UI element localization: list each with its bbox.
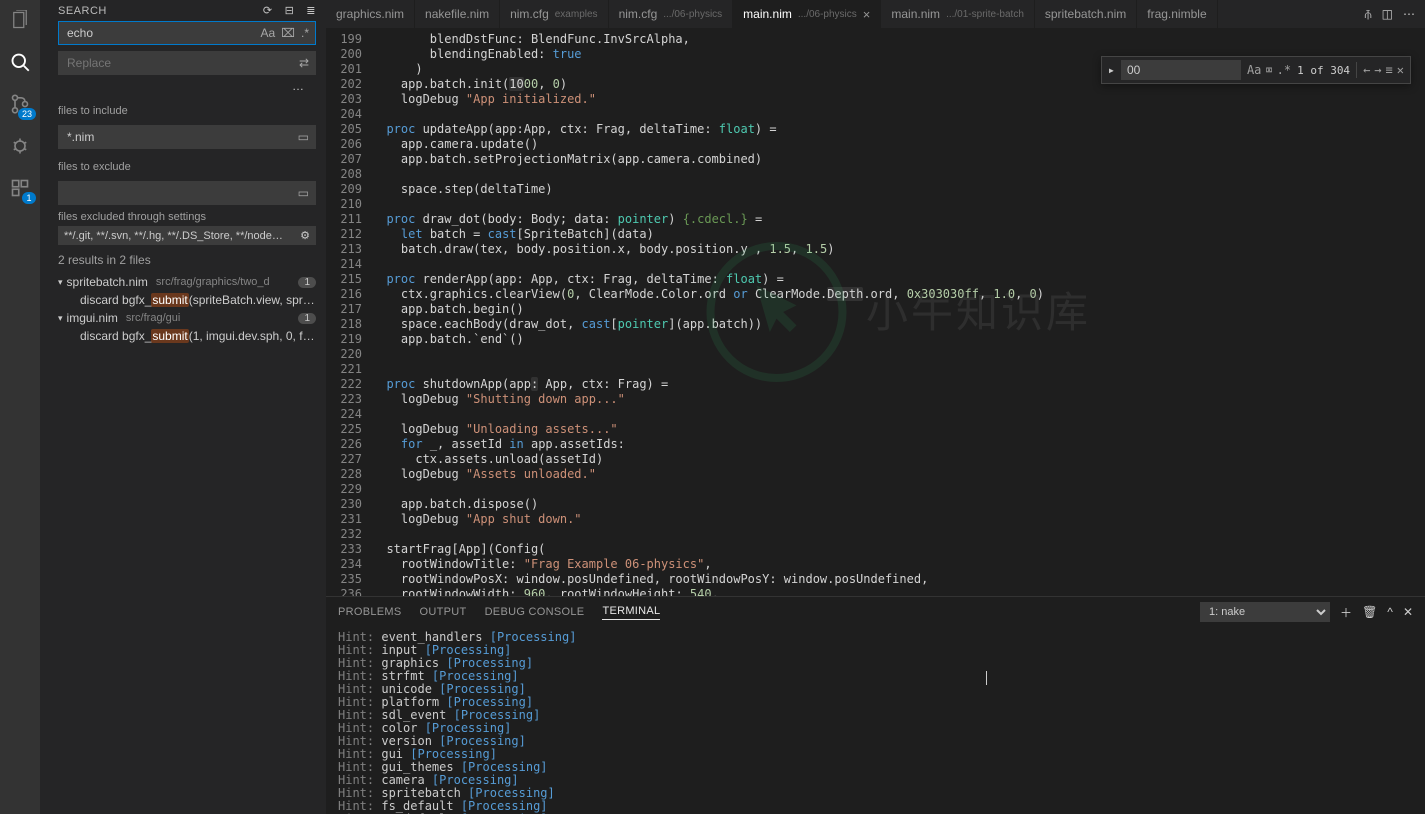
split-icon[interactable]: ◫ [1382,7,1393,21]
terminal-select[interactable]: 1: nake [1200,602,1330,622]
search-input[interactable] [63,26,258,40]
exclude-input[interactable] [63,186,296,200]
terminal-add-icon[interactable]: ＋ [1340,604,1352,621]
find-case-icon[interactable]: Aa [1247,63,1261,77]
tab[interactable]: main.nim.../01-sprite-batch [881,0,1035,28]
excluded-settings-label: files excluded through settings [40,211,326,223]
find-word-icon[interactable]: ⌧ [1265,63,1272,77]
source-control-icon[interactable]: 23 [6,90,34,118]
result-file[interactable]: ▾imgui.nimsrc/frag/gui1 [40,309,326,327]
search-icon[interactable] [6,48,34,76]
compare-icon[interactable]: ⫚ [1365,7,1372,22]
terminal-trash-icon[interactable]: 🗑 [1362,605,1377,619]
excluded-settings-value: **/.git, **/.svn, **/.hg, **/.DS_Store, … [64,230,283,242]
explorer-icon[interactable] [6,6,34,34]
debug-icon[interactable] [6,132,34,160]
refresh-icon[interactable]: ⟳ [263,4,273,17]
find-prev-icon[interactable]: ← [1363,63,1370,77]
find-widget: ▸ Aa ⌧ .* 1 of 304 ← → ≡ ✕ [1101,56,1411,84]
more-icon[interactable]: ⋯ [1403,7,1415,21]
tab[interactable]: nakefile.nim [415,0,500,28]
find-input[interactable] [1121,60,1241,80]
tab-close-icon[interactable]: × [863,7,871,22]
find-selection-icon[interactable]: ≡ [1386,63,1393,77]
replace-all-icon[interactable]: ⇄ [297,56,311,70]
result-line[interactable]: discard bgfx_submit(1, imgui.dev.sph, 0,… [40,327,326,345]
panel-tab[interactable]: TERMINAL [602,605,660,620]
bottom-panel: PROBLEMS OUTPUT DEBUG CONSOLE TERMINAL 1: n… [326,596,1425,814]
gear-icon[interactable]: ⚙ [300,229,310,242]
exclude-label: files to exclude [58,155,316,175]
terminal-output[interactable]: Hint: event_handlers [Processing]Hint: i… [326,627,1425,814]
editor[interactable]: ▸ Aa ⌧ .* 1 of 304 ← → ≡ ✕ 199200201202203204… [326,28,1425,596]
tab[interactable]: frag.nimble [1137,0,1217,28]
search-sidebar: SEARCH ⟳ ⊟ ≣ Aa⌧.* ⇄ … files to include … [40,0,326,814]
tab[interactable]: nim.cfgexamples [500,0,609,28]
collapse-icon[interactable]: ⊟ [285,4,295,17]
replace-input[interactable] [63,56,297,70]
result-line[interactable]: discard bgfx_submit(spriteBatch.view, sp… [40,291,326,309]
whole-word-icon[interactable]: ⌧ [279,26,297,40]
find-toggle-icon[interactable]: ▸ [1108,63,1115,77]
include-input[interactable] [63,130,296,144]
find-regex-icon[interactable]: .* [1277,63,1291,77]
tab[interactable]: graphics.nim [326,0,415,28]
book-icon[interactable]: ▭ [296,130,311,144]
case-icon[interactable]: Aa [258,26,277,40]
tab[interactable]: nim.cfg.../06-physics [609,0,734,28]
result-file[interactable]: ▾spritebatch.nimsrc/frag/graphics/two_d1 [40,273,326,291]
scm-badge: 23 [18,108,36,120]
panel-tab[interactable]: DEBUG CONSOLE [485,606,585,618]
line-gutter: 1992002012022032042052062072082092102112… [326,28,372,596]
regex-icon[interactable]: .* [299,26,311,40]
terminal-cursor [986,671,987,685]
clear-icon[interactable]: ≣ [306,4,316,17]
tab[interactable]: spritebatch.nim [1035,0,1137,28]
book-icon-2[interactable]: ▭ [296,186,311,200]
panel-tab[interactable]: PROBLEMS [338,606,402,618]
include-label: files to include [58,99,316,119]
extensions-badge: 1 [22,192,36,204]
find-close-icon[interactable]: ✕ [1397,63,1404,77]
find-count: 1 of 304 [1297,64,1350,77]
editor-tabs: graphics.nimnakefile.nimnim.cfgexamplesn… [326,0,1425,28]
toggle-details-icon[interactable]: … [58,79,316,93]
sidebar-title: SEARCH [58,5,107,17]
extensions-icon[interactable]: 1 [6,174,34,202]
terminal-close-icon[interactable]: ✕ [1403,605,1413,619]
terminal-max-icon[interactable]: ^ [1387,605,1393,619]
activity-bar: 23 1 [0,0,40,814]
results-summary: 2 results in 2 files [40,245,326,273]
tab[interactable]: main.nim.../06-physics× [733,0,881,28]
panel-tab[interactable]: OUTPUT [420,606,467,618]
find-next-icon[interactable]: → [1374,63,1381,77]
code-content[interactable]: blendDstFunc: BlendFunc.InvSrcAlpha, ble… [372,28,1425,596]
